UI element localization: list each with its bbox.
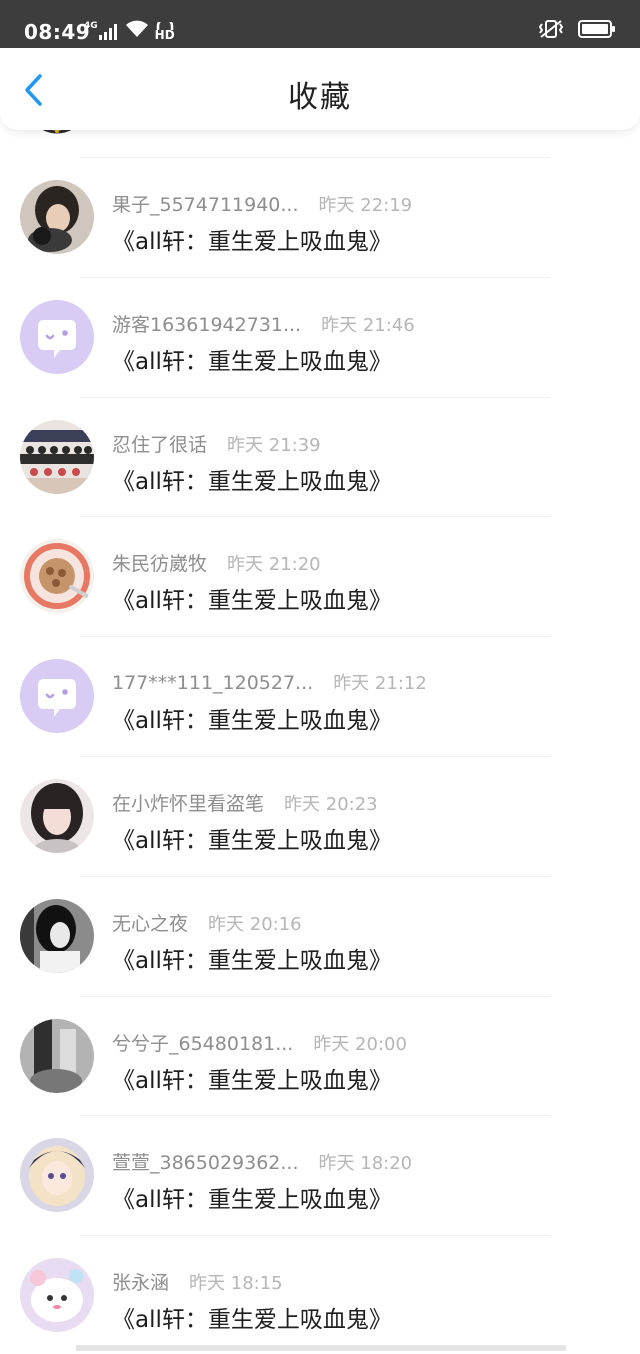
item-meta: 萱萱_3865029362... 昨天 18:20 xyxy=(112,1148,412,1175)
timestamp: 昨天 18:15 xyxy=(189,1273,283,1295)
item-meta: 177***111_120527... 昨天 21:12 xyxy=(112,669,427,695)
timestamp: 昨天 20:16 xyxy=(208,913,302,935)
username[interactable]: 兮兮子_65480181... xyxy=(112,1033,293,1055)
book-title[interactable]: 《all轩：重生爱上吸血鬼》 xyxy=(112,222,392,256)
item-meta: 兮兮子_65480181... 昨天 20:00 xyxy=(112,1029,407,1056)
nav-bar: 收藏 xyxy=(0,48,640,130)
default-avatar-icon[interactable] xyxy=(20,659,94,734)
book-title[interactable]: 《all轩：重生爱上吸血鬼》 xyxy=(112,1300,392,1334)
status-bar: 08:49 4G HD xyxy=(0,0,640,48)
list-item[interactable]: 萱萱_3865029362... 昨天 18:20 《all轩：重生爱上吸血鬼》 xyxy=(0,1116,640,1234)
status-icons-left: 4G HD xyxy=(84,20,175,42)
wifi-icon xyxy=(125,20,149,42)
vibrate-icon xyxy=(538,19,564,43)
list-item[interactable]: 张永涵 昨天 18:15 《all轩：重生爱上吸血鬼》 xyxy=(0,1236,640,1354)
book-title[interactable]: 《all轩：重生爱上吸血鬼》 xyxy=(112,1180,392,1214)
book-title[interactable]: 《all轩：重生爱上吸血鬼》 xyxy=(112,941,392,975)
item-meta: 无心之夜 昨天 20:16 xyxy=(112,909,302,936)
avatar[interactable] xyxy=(20,539,94,614)
bottom-strip xyxy=(76,1345,566,1351)
username[interactable]: 朱民彷崴牧 xyxy=(112,553,207,575)
book-title[interactable]: 《all轩：重生爱上吸血鬼》 xyxy=(112,581,392,615)
book-title[interactable]: 《all轩：重生爱上吸血鬼》 xyxy=(112,821,392,855)
timestamp: 昨天 21:46 xyxy=(321,314,415,336)
item-meta: 游客16361942731... 昨天 21:46 xyxy=(112,310,415,337)
timestamp: 昨天 21:39 xyxy=(227,434,321,456)
username[interactable]: 游客16361942731... xyxy=(112,314,301,336)
battery-icon xyxy=(578,19,616,43)
signal-icon: 4G xyxy=(84,22,119,40)
page-title: 收藏 xyxy=(288,80,352,115)
timestamp: 昨天 21:20 xyxy=(227,554,321,576)
status-icons-right xyxy=(538,20,616,42)
username[interactable]: 果子_5574711940... xyxy=(112,194,299,216)
avatar[interactable] xyxy=(20,1018,94,1093)
timestamp: 昨天 20:00 xyxy=(313,1033,407,1055)
book-title[interactable]: 《all轩：重生爱上吸血鬼》 xyxy=(112,342,392,376)
item-meta: 果子_5574711940... 昨天 22:19 xyxy=(112,190,412,217)
username[interactable]: 张永涵 xyxy=(112,1272,169,1294)
book-title[interactable]: 《all轩：重生爱上吸血鬼》 xyxy=(112,701,392,735)
list-item[interactable]: 177***111_120527... 昨天 21:12 《all轩：重生爱上吸血鬼… xyxy=(0,637,640,755)
avatar[interactable] xyxy=(20,779,94,853)
username[interactable]: 萱萱_3865029362... xyxy=(112,1152,299,1174)
network-type-label: 4G xyxy=(84,21,98,31)
list-item[interactable]: 游客16361942731... 昨天 21:46 《all轩：重生爱上吸血鬼》 xyxy=(0,278,640,396)
item-meta: 忍住了很话 昨天 21:39 xyxy=(112,430,321,457)
book-title[interactable]: 《all轩：重生爱上吸血鬼》 xyxy=(112,462,392,496)
timestamp: 昨天 20:23 xyxy=(284,794,378,815)
list-item[interactable]: 果子_5574711940... 昨天 22:19 《all轩：重生爱上吸血鬼》 xyxy=(0,158,640,276)
item-meta: 在小炸怀里看盗笔 昨天 20:23 xyxy=(112,789,378,816)
list-item[interactable]: 无心之夜 昨天 20:16 《all轩：重生爱上吸血鬼》 xyxy=(0,877,640,995)
hd-label: HD xyxy=(154,28,175,42)
username[interactable]: 在小炸怀里看盗笔 xyxy=(112,793,264,815)
avatar[interactable] xyxy=(20,419,94,494)
avatar[interactable] xyxy=(20,1258,94,1333)
default-avatar-icon[interactable] xyxy=(20,299,94,374)
timestamp: 昨天 22:19 xyxy=(318,195,413,216)
list-item[interactable]: 忍住了很话 昨天 21:39 《all轩：重生爱上吸血鬼》 xyxy=(0,398,640,516)
username[interactable]: 忍住了很话 xyxy=(112,434,207,456)
username[interactable]: 无心之夜 xyxy=(112,913,188,935)
item-meta: 张永涵 昨天 18:15 xyxy=(112,1268,283,1295)
avatar[interactable] xyxy=(20,180,94,254)
username[interactable]: 177***111_120527... xyxy=(112,672,313,694)
hd-voice-icon: HD xyxy=(154,22,175,42)
status-time: 08:49 xyxy=(24,20,91,44)
timestamp: 昨天 18:20 xyxy=(318,1153,413,1175)
list-item[interactable]: 兮兮子_65480181... 昨天 20:00 《all轩：重生爱上吸血鬼》 xyxy=(0,997,640,1115)
timestamp: 昨天 21:12 xyxy=(333,673,427,695)
list-item[interactable]: 在小炸怀里看盗笔 昨天 20:23 《all轩：重生爱上吸血鬼》 xyxy=(0,757,640,875)
list-item[interactable]: 朱民彷崴牧 昨天 21:20 《all轩：重生爱上吸血鬼》 xyxy=(0,517,640,635)
item-meta: 朱民彷崴牧 昨天 21:20 xyxy=(112,549,321,576)
avatar[interactable] xyxy=(20,1138,94,1213)
book-title[interactable]: 《all轩：重生爱上吸血鬼》 xyxy=(112,1061,392,1095)
avatar[interactable] xyxy=(20,898,94,973)
